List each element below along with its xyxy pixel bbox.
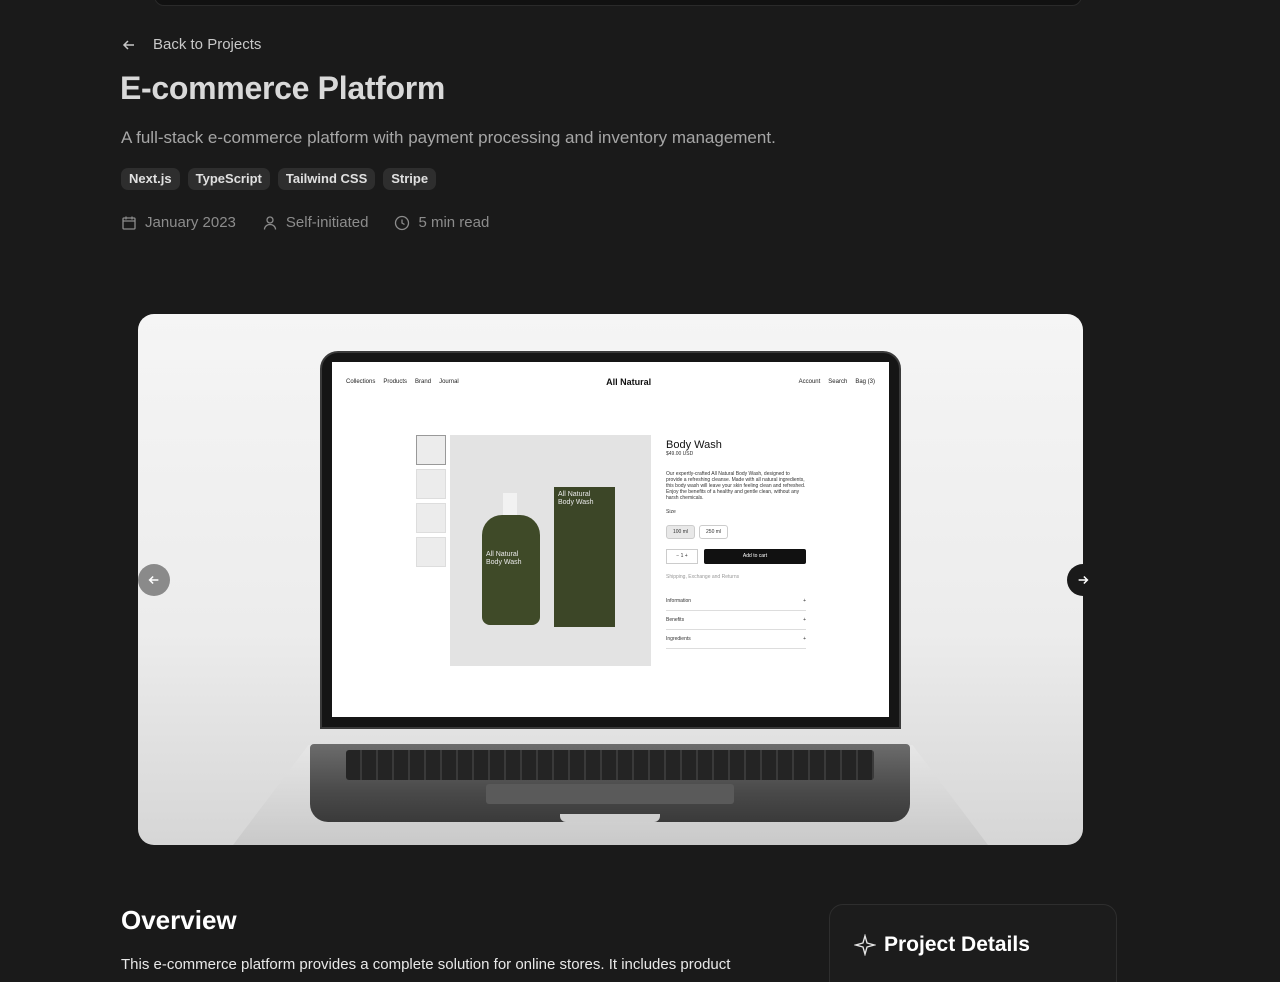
back-link-label: Back to Projects	[153, 36, 262, 53]
mockup-thumb	[416, 503, 446, 533]
box-label: All Natural Body Wash	[558, 491, 594, 507]
mockup-nav-search: Search	[828, 379, 848, 385]
mockup-add-to-cart: Add to cart	[704, 549, 806, 564]
bottle-label-brand: All Natural	[486, 551, 519, 558]
meta-role-text: Self-initiated	[285, 214, 369, 231]
mockup-size-label: Size	[666, 509, 676, 515]
project-meta: January 2023 Self-initiated 5 min read	[121, 214, 489, 231]
meta-date-text: January 2023	[145, 214, 236, 231]
overview-paragraph: This e-commerce platform provides a comp…	[121, 956, 731, 973]
mockup-nav-brand: Brand	[415, 379, 432, 385]
tag-tailwind: Tailwind CSS	[277, 168, 376, 190]
mockup-size-option: 250 ml	[699, 525, 729, 539]
box-label-product: Body Wash	[558, 499, 594, 506]
product-box	[554, 487, 615, 627]
plus-icon: +	[803, 598, 806, 604]
mockup-thumb	[416, 435, 446, 465]
top-navigation-bar	[154, 0, 1082, 6]
arrow-left-icon	[148, 575, 159, 585]
mockup-thumbnails	[416, 435, 446, 567]
mockup-sizes: 100 ml 250 ml	[666, 525, 806, 539]
project-details-title: Project Details	[884, 933, 1030, 956]
laptop-notch	[560, 814, 660, 822]
meta-date: January 2023	[121, 214, 236, 231]
mockup-brand: All Natural	[606, 377, 652, 387]
mockup-accordion: Ingredients +	[666, 630, 806, 649]
mockup-thumb	[416, 537, 446, 567]
mockup-nav-products: Products	[383, 379, 408, 385]
meta-role: Self-initiated	[262, 214, 369, 231]
arrow-right-icon	[1078, 575, 1089, 585]
project-details-heading: Project Details	[854, 933, 1030, 957]
bottle-pump	[503, 493, 517, 517]
laptop-trackpad	[486, 784, 734, 804]
tag-nextjs: Next.js	[121, 168, 180, 190]
mockup-shipping: Shipping, Exchange and Returns	[666, 574, 740, 580]
mockup-price: $49.00 USD	[666, 451, 694, 457]
laptop-screen: Collections Products Brand Journal All N…	[332, 362, 889, 717]
project-hero-image: Collections Products Brand Journal All N…	[138, 314, 1083, 845]
mockup-accordions: Information + Benefits + Ingredients +	[666, 592, 806, 649]
mockup-description: Our expertly-crafted All Natural Body Wa…	[666, 471, 806, 501]
meta-read-time: 5 min read	[394, 214, 489, 231]
tag-stripe: Stripe	[383, 168, 437, 190]
mockup-qty: − 1 +	[666, 549, 698, 564]
mockup-size-option: 100 ml	[666, 525, 696, 539]
bottle-label: All Natural Body Wash	[486, 551, 522, 567]
clock-icon	[395, 215, 410, 230]
mockup-nav-journal: Journal	[439, 379, 459, 385]
calendar-icon	[122, 216, 136, 230]
meta-read-time-text: 5 min read	[418, 214, 490, 231]
mockup-product-name: Body Wash	[666, 439, 722, 451]
mockup-accordion-label: Information	[666, 598, 692, 604]
carousel-prev-button[interactable]	[138, 564, 170, 596]
mockup-nav-bag: Bag (3)	[855, 379, 875, 385]
user-icon	[263, 215, 277, 230]
overview-heading: Overview	[121, 905, 237, 935]
back-to-projects-link[interactable]: Back to Projects	[121, 36, 261, 53]
mockup-nav-collections: Collections	[346, 379, 376, 385]
tag-typescript: TypeScript	[187, 168, 270, 190]
mockup-accordion: Information +	[666, 592, 806, 611]
laptop-lid: Collections Products Brand Journal All N…	[320, 351, 901, 729]
mockup-product-image: All Natural Body Wash All Natural Body W…	[450, 435, 651, 666]
laptop-base	[310, 744, 910, 822]
mockup-nav: Collections Products Brand Journal All N…	[346, 377, 875, 387]
box-label-brand: All Natural	[558, 491, 591, 498]
bottle-label-product: Body Wash	[486, 559, 522, 566]
mockup-accordion-label: Ingredients	[666, 636, 691, 642]
mockup-product-info: Body Wash $49.00 USD Our expertly-crafte…	[666, 435, 806, 649]
mockup-accordion-label: Benefits	[666, 617, 685, 623]
carousel-next-button[interactable]	[1067, 564, 1099, 596]
mockup-accordion: Benefits +	[666, 611, 806, 630]
plus-icon: +	[803, 636, 806, 642]
plus-icon: +	[803, 617, 806, 623]
mockup-thumb	[416, 469, 446, 499]
laptop-keyboard	[346, 750, 874, 780]
arrow-left-icon	[122, 39, 134, 50]
page-title: E-commerce Platform	[120, 70, 446, 106]
mockup-nav-account: Account	[798, 379, 821, 385]
project-subtitle: A full-stack e-commerce platform with pa…	[121, 128, 776, 147]
sparkle-icon	[854, 934, 876, 956]
product-bottle	[482, 515, 540, 625]
tech-tags: Next.js TypeScript Tailwind CSS Stripe	[121, 168, 437, 190]
project-details-card: Project Details	[829, 904, 1117, 982]
mockup-cart-row: − 1 + Add to cart	[666, 549, 806, 564]
